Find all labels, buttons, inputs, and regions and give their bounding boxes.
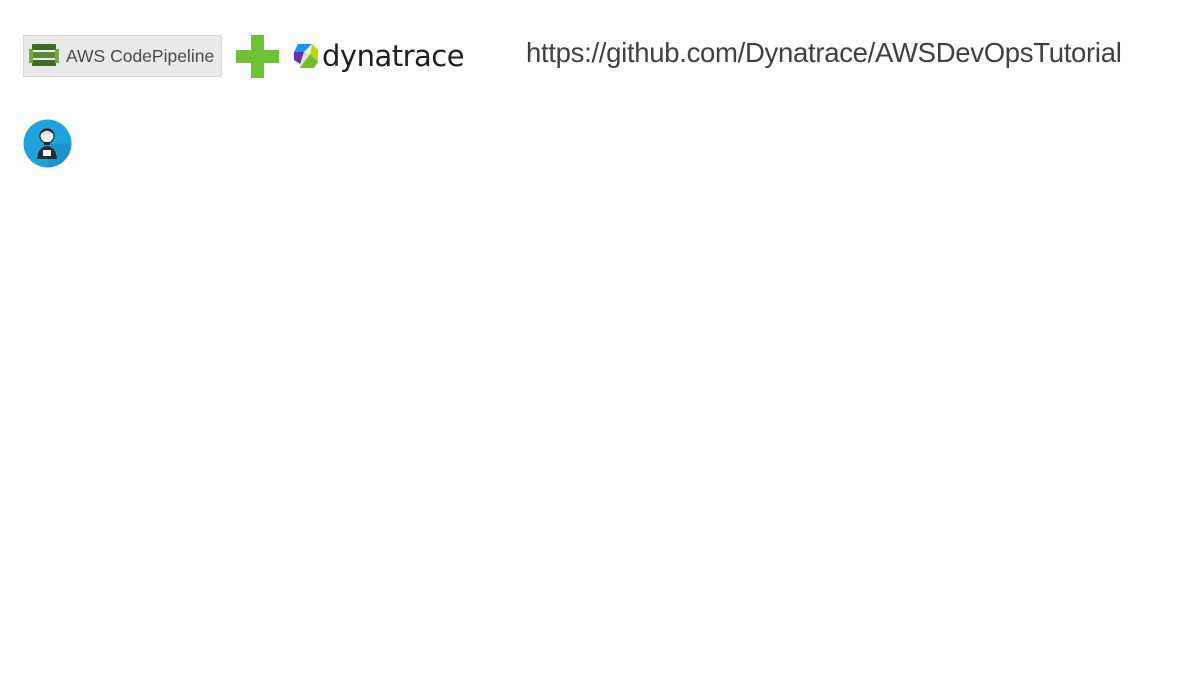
dynatrace-logo: dynatrace — [292, 36, 465, 76]
dynatrace-logo-icon — [292, 42, 320, 70]
codepipeline-icon — [29, 41, 59, 71]
presenter-avatar-icon — [23, 119, 72, 168]
codepipeline-badge: AWS CodePipeline — [23, 35, 222, 77]
plus-icon — [236, 35, 279, 78]
github-url-link[interactable]: https://github.com/Dynatrace/AWSDevOpsTu… — [526, 34, 1122, 72]
codepipeline-label: AWS CodePipeline — [66, 45, 215, 66]
slide: AWS CodePipeline dynatrace https://githu… — [0, 0, 1200, 675]
dynatrace-wordmark: dynatrace — [322, 39, 465, 73]
